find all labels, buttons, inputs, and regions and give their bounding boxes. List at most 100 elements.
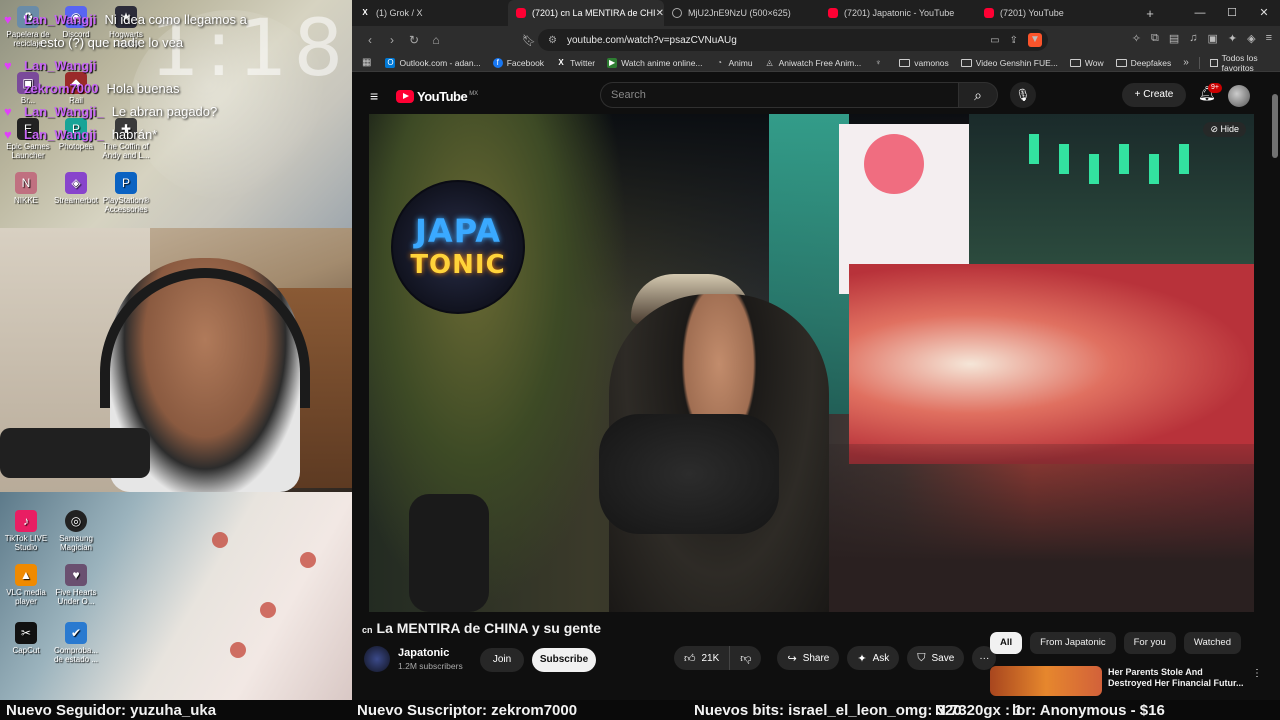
search-input[interactable]: Search	[600, 82, 958, 108]
chat-username: Lan_Wangji	[24, 58, 97, 73]
subscriber-count: 1.2M subscribers	[398, 661, 463, 671]
window-controls: — ☐ ✕	[1184, 0, 1280, 26]
desktop-icon-five-hearts[interactable]: ♥ Five Hearts Under O...	[50, 564, 102, 606]
scrollbar-thumb[interactable]	[1272, 94, 1278, 158]
bookmark-folder-vamonos[interactable]: vamonos	[899, 58, 949, 68]
desktop-icon-label: TikTok LIVE Studio	[4, 534, 48, 552]
recommended-title[interactable]: Her Parents Stole And Destroyed Her Fina…	[1108, 667, 1248, 689]
vpn-icon[interactable]: ◈	[1247, 32, 1255, 45]
tab-youtube-video[interactable]: (7201) cn La MENTIRA de CHI ✕	[508, 0, 664, 26]
desktop-icon-samsung-magician[interactable]: ◎ Samsung Magician	[50, 510, 102, 552]
folder-icon	[1069, 58, 1081, 67]
menu-icon[interactable]: ≡	[1266, 32, 1272, 45]
create-button[interactable]: + Create	[1122, 83, 1186, 107]
menu-icon[interactable]: ≡	[370, 88, 384, 104]
bookmark-folder-wow[interactable]: Wow	[1069, 58, 1104, 68]
chat-username: Lan_Wangji_	[24, 127, 104, 142]
like-button[interactable]: 👍︎ 21K	[674, 646, 731, 670]
bookmark-icon[interactable]: 🔖︎	[522, 34, 536, 47]
youtube-icon	[828, 8, 838, 18]
address-bar[interactable]: ⚙ youtube.com/watch?v=psazCVNuAUg ▭ ⇪ ▼	[538, 29, 1048, 51]
recommended-video[interactable]: Her Parents Stole And Destroyed Her Fina…	[990, 666, 1260, 696]
music-icon[interactable]: ♫	[1189, 32, 1197, 45]
leo-icon[interactable]: ✦	[1228, 32, 1237, 45]
sidebar-icon[interactable]: ▤	[1169, 32, 1179, 45]
bookmark-folder-deepfakes[interactable]: Deepfakes	[1115, 58, 1171, 68]
tab-grok[interactable]: X (1) Grok / X	[352, 0, 508, 26]
channel-name[interactable]: Japatonic	[398, 647, 449, 659]
chip-for-you[interactable]: For you	[1123, 632, 1176, 654]
brave-shield-icon[interactable]: ▼	[1028, 33, 1042, 47]
minimize-icon[interactable]: —	[1184, 0, 1216, 26]
chat-text: esto (?) que nadie lo vea	[40, 35, 184, 50]
tab-image[interactable]: MjU2JnE9NzU (500×625)	[664, 0, 820, 26]
desktop-icon-status-check[interactable]: ✔ Comproba... de estado ...	[50, 622, 102, 664]
chip-watched[interactable]: Watched	[1183, 632, 1241, 654]
reload-icon[interactable]: ↻	[404, 33, 424, 47]
account-avatar[interactable]	[1228, 85, 1250, 107]
new-tab-button[interactable]: +	[1138, 6, 1162, 21]
hide-button[interactable]: ⊘ Hide	[1203, 122, 1246, 137]
save-button[interactable]: ⛉ Save	[907, 646, 965, 670]
desktop-icon-vlc[interactable]: ▲ VLC media player	[0, 564, 52, 606]
chip-all[interactable]: All	[990, 632, 1023, 654]
search-icon: ⌕	[974, 87, 982, 103]
desktop-icon-label: Streamerbot	[53, 196, 99, 205]
wallet-icon[interactable]: ▣	[1207, 32, 1217, 45]
apps-icon[interactable]: ▦	[362, 57, 371, 69]
video-player[interactable]: JAPA TONIC ⊘ Hide	[369, 114, 1254, 612]
desktop-icon-capcut[interactable]: ✂ CapCut	[0, 622, 52, 655]
more-vertical-icon[interactable]: ⋮	[1252, 668, 1260, 679]
folder-icon	[960, 58, 972, 67]
tab-youtube-home[interactable]: (7201) YouTube	[976, 0, 1132, 26]
home-icon[interactable]: ⌂	[426, 33, 446, 47]
heart-icon: ♥	[4, 126, 12, 142]
share-button[interactable]: ↪ Share	[777, 646, 840, 670]
browser-window: X (1) Grok / X (7201) cn La MENTIRA de C…	[352, 0, 1280, 700]
bookmark-twitter[interactable]: X Twitter	[556, 58, 595, 68]
video-window-light	[1149, 154, 1159, 184]
cast-icon[interactable]: ▭	[990, 35, 999, 46]
close-window-icon[interactable]: ✕	[1248, 0, 1280, 26]
youtube-logo[interactable]: YouTube MX	[396, 89, 478, 104]
forward-icon[interactable]: ›	[382, 33, 402, 47]
site-info-icon[interactable]: ⚙	[548, 35, 557, 46]
microphone	[0, 428, 150, 478]
close-tab-icon[interactable]: ✕	[656, 8, 664, 19]
extension-icon[interactable]: ✧	[1132, 32, 1141, 45]
wallpaper-flower	[300, 552, 316, 568]
search-button[interactable]: ⌕	[958, 82, 998, 108]
page-scrollbar[interactable]	[1272, 90, 1278, 690]
desktop-icon-nikke[interactable]: N NIKKE	[0, 172, 52, 205]
recommended-thumbnail[interactable]	[990, 666, 1102, 696]
share-icon[interactable]: ⇪	[1010, 35, 1018, 46]
tab-japatonic-channel[interactable]: (7201) Japatonic - YouTube	[820, 0, 976, 26]
ask-label: Ask	[872, 652, 890, 664]
tab-title: (7201) Japatonic - YouTube	[844, 8, 955, 18]
puzzle-icon[interactable]: ⧉	[1151, 32, 1159, 45]
voice-search-button[interactable]: 🎙︎	[1010, 82, 1036, 108]
dislike-button[interactable]: 👎︎	[730, 646, 762, 670]
chip-from-japatonic[interactable]: From Japatonic	[1030, 632, 1116, 654]
tab-title: (7201) cn La MENTIRA de CHI	[532, 8, 656, 18]
back-icon[interactable]: ‹	[360, 33, 380, 47]
all-bookmarks-folder[interactable]: Todos los favoritos	[1209, 53, 1271, 73]
ask-button[interactable]: ✦ Ask	[847, 646, 900, 670]
bookmark-leaf[interactable]: ♆	[873, 58, 887, 68]
more-bookmarks-icon[interactable]: »	[1183, 57, 1189, 68]
channel-avatar[interactable]	[364, 646, 390, 672]
bookmark-aniwatch[interactable]: ◬ Aniwatch Free Anim...	[765, 58, 862, 68]
desktop-icon-streamerbot[interactable]: ◈ Streamerbot	[50, 172, 102, 205]
bookmark-watch-anime[interactable]: ▶ Watch anime online...	[607, 57, 703, 68]
bookmark-facebook[interactable]: f Facebook	[492, 57, 544, 68]
subscribe-button[interactable]: Subscribe	[532, 648, 596, 672]
bookmark-folder-genshin[interactable]: Video Genshin FUE...	[960, 58, 1058, 68]
join-button[interactable]: Join	[480, 648, 524, 672]
maximize-icon[interactable]: ☐	[1216, 0, 1248, 26]
desktop-icon-playstation[interactable]: P PlayStation® Accessories	[100, 172, 152, 214]
bookmark-outlook[interactable]: O Outlook.com - adan...	[385, 57, 481, 68]
bookmark-animu[interactable]: ◔ Animu	[715, 58, 753, 68]
desktop-icon-tiktok[interactable]: ♪ TikTok LIVE Studio	[0, 510, 52, 552]
youtube-play-icon	[396, 89, 414, 103]
video-mall-facade	[849, 264, 1254, 464]
